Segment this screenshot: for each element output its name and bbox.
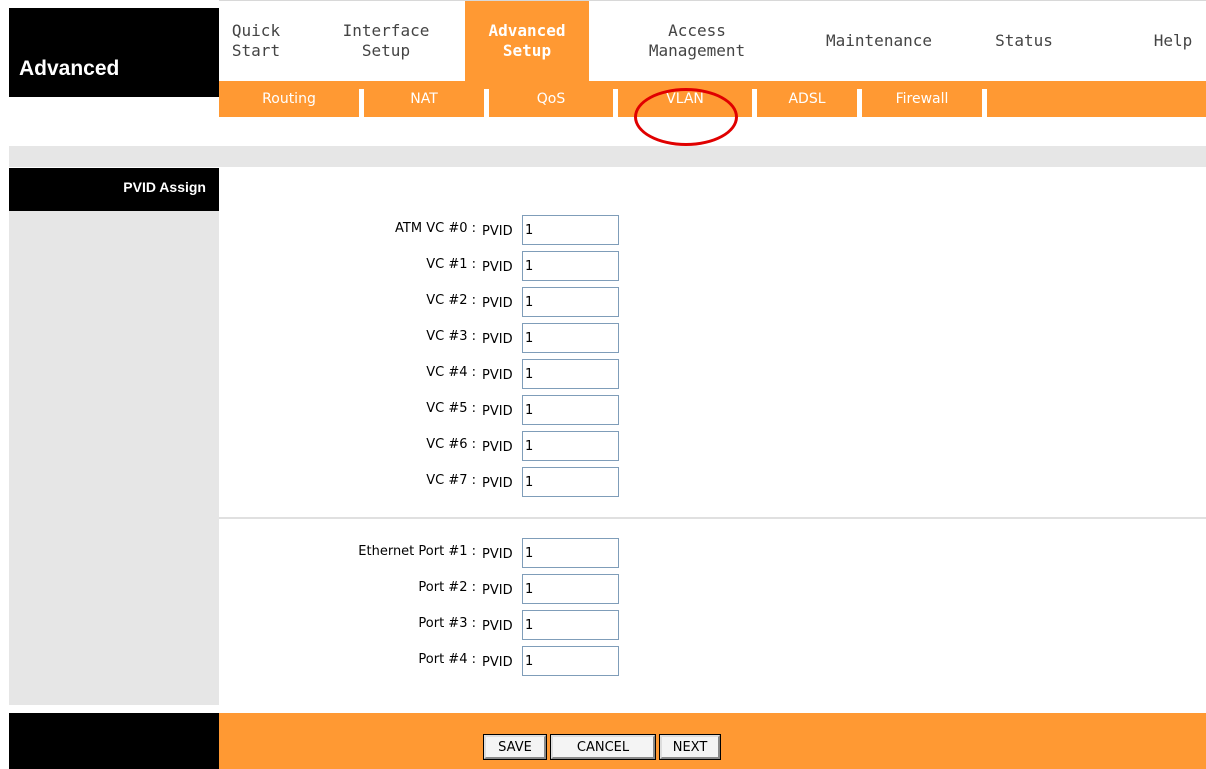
row-label: Port #3 : <box>418 616 476 631</box>
row-label: ATM VC #0 : <box>395 221 476 236</box>
cancel-button[interactable]: CANCEL <box>550 734 656 760</box>
brand-title: Advanced <box>19 57 120 80</box>
row-label: VC #3 : <box>426 329 476 344</box>
pvid-input-vc4[interactable] <box>522 359 619 389</box>
menu-advanced-setup[interactable]: Advanced Setup <box>465 1 589 81</box>
pvid-input-vc6[interactable] <box>522 431 619 461</box>
menu-status[interactable]: Status <box>979 1 1069 81</box>
next-button[interactable]: NEXT <box>659 734 721 760</box>
row-label: VC #1 : <box>426 257 476 272</box>
submenu-separator <box>982 89 987 117</box>
menu-help[interactable]: Help <box>1141 1 1205 81</box>
pvid-label: PVID <box>482 404 513 419</box>
pvid-label: PVID <box>482 332 513 347</box>
section-divider <box>219 517 1206 519</box>
pvid-row-vc4: VC #4 : PVID <box>219 359 1206 389</box>
pvid-label: PVID <box>482 583 513 598</box>
pvid-row-port1: Ethernet Port #1 : PVID <box>219 538 1206 568</box>
pvid-input-vc0[interactable] <box>522 215 619 245</box>
submenu-adsl[interactable]: ADSL <box>757 81 857 117</box>
submenu-qos[interactable]: QoS <box>489 81 613 117</box>
pvid-row-vc3: VC #3 : PVID <box>219 323 1206 353</box>
pvid-input-vc1[interactable] <box>522 251 619 281</box>
pvid-label: PVID <box>482 655 513 670</box>
menu-interface-setup[interactable]: Interface Setup <box>335 1 437 81</box>
pvid-input-port4[interactable] <box>522 646 619 676</box>
row-label: Port #4 : <box>418 652 476 667</box>
row-label: VC #5 : <box>426 401 476 416</box>
pvid-row-port4: Port #4 : PVID <box>219 646 1206 676</box>
row-label: VC #4 : <box>426 365 476 380</box>
submenu-vlan[interactable]: VLAN <box>618 81 752 117</box>
pvid-input-port2[interactable] <box>522 574 619 604</box>
pvid-label: PVID <box>482 440 513 455</box>
row-label: VC #6 : <box>426 437 476 452</box>
pvid-input-vc7[interactable] <box>522 467 619 497</box>
left-column <box>9 168 219 705</box>
section-title: PVID Assign <box>123 179 206 195</box>
pvid-input-vc2[interactable] <box>522 287 619 317</box>
pvid-input-port1[interactable] <box>522 538 619 568</box>
pvid-row-vc6: VC #6 : PVID <box>219 431 1206 461</box>
pvid-label: PVID <box>482 368 513 383</box>
save-button[interactable]: SAVE <box>483 734 547 760</box>
pvid-row-port2: Port #2 : PVID <box>219 574 1206 604</box>
menu-quick-start[interactable]: Quick Start <box>219 1 293 81</box>
pvid-row-vc1: VC #1 : PVID <box>219 251 1206 281</box>
section-header: PVID Assign <box>9 168 219 211</box>
menu-maintenance[interactable]: Maintenance <box>805 1 953 81</box>
pvid-input-vc5[interactable] <box>522 395 619 425</box>
brand-block: Advanced <box>9 8 219 97</box>
pvid-label: PVID <box>482 224 513 239</box>
pvid-row-vc7: VC #7 : PVID <box>219 467 1206 497</box>
row-label: VC #2 : <box>426 293 476 308</box>
pvid-label: PVID <box>482 547 513 562</box>
pvid-label: PVID <box>482 296 513 311</box>
pvid-label: PVID <box>482 260 513 275</box>
row-label: VC #7 : <box>426 473 476 488</box>
gray-spacer-bar <box>9 146 1206 167</box>
pvid-input-vc3[interactable] <box>522 323 619 353</box>
row-label: Port #2 : <box>418 580 476 595</box>
pvid-row-vc0: ATM VC #0 : PVID <box>219 215 1206 245</box>
submenu-routing[interactable]: Routing <box>219 81 359 117</box>
footer-left-block <box>9 713 219 769</box>
submenu-firewall[interactable]: Firewall <box>862 81 982 117</box>
pvid-label: PVID <box>482 619 513 634</box>
row-label: Ethernet Port #1 : <box>358 544 476 559</box>
main-menu: Quick Start Interface Setup Advanced Set… <box>219 1 1206 81</box>
sub-menu: Routing NAT QoS VLAN ADSL Firewall <box>219 81 1206 117</box>
menu-access-management[interactable]: Access Management <box>625 1 769 81</box>
pvid-row-vc2: VC #2 : PVID <box>219 287 1206 317</box>
submenu-nat[interactable]: NAT <box>364 81 484 117</box>
pvid-row-vc5: VC #5 : PVID <box>219 395 1206 425</box>
pvid-label: PVID <box>482 476 513 491</box>
pvid-row-port3: Port #3 : PVID <box>219 610 1206 640</box>
pvid-input-port3[interactable] <box>522 610 619 640</box>
